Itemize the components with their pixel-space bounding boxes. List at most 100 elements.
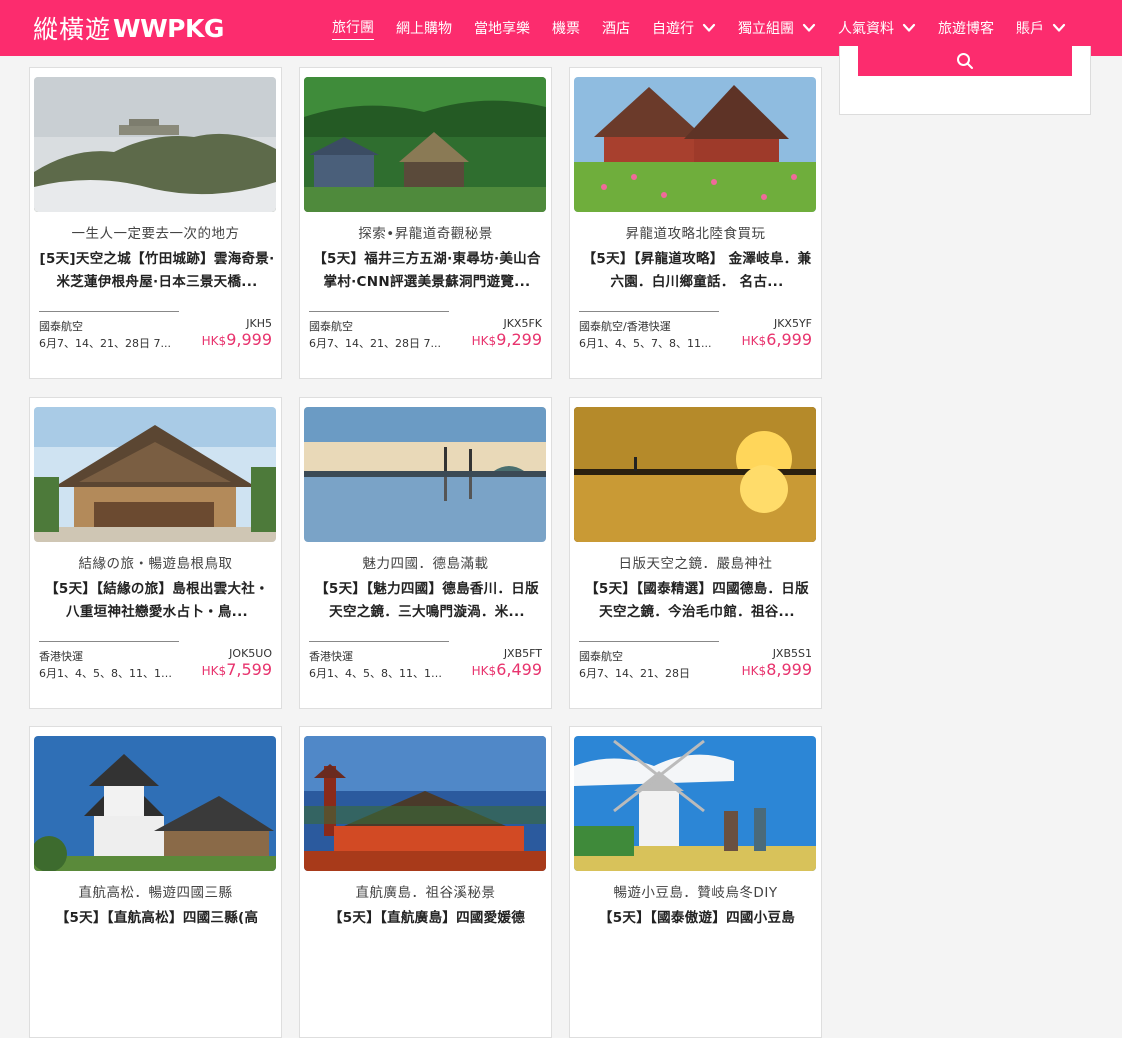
price-currency: HK$ xyxy=(201,664,227,678)
tour-card[interactable]: 暢遊小豆島．贊岐烏冬DIY 【5天】【國泰傲遊】四國小豆島 xyxy=(569,726,822,1038)
nav-label: 人氣資料 xyxy=(838,21,894,37)
tour-thumbnail[interactable] xyxy=(304,77,546,212)
tour-card[interactable]: 魅力四國．德島滿載【5天】【魅力四國】德島香川．日版天空之鏡．三大鳴門漩渦．米.… xyxy=(299,397,552,709)
tour-code: JXB5FT xyxy=(503,647,542,660)
nav-label: 機票 xyxy=(552,21,580,37)
airline-label: 香港快運 xyxy=(309,650,353,663)
tour-thumbnail[interactable] xyxy=(304,407,546,542)
nav-label: 網上購物 xyxy=(396,21,452,37)
tour-thumbnail[interactable] xyxy=(574,407,816,542)
site-logo[interactable]: 縱橫遊 WWPKG xyxy=(33,10,224,46)
card-divider xyxy=(39,641,179,642)
nav-label: 當地享樂 xyxy=(474,21,530,37)
price-value: 7,599 xyxy=(226,660,272,679)
nav-label: 自遊行 xyxy=(652,21,694,37)
tour-subtitle: 魅力四國．德島滿載 xyxy=(362,556,489,572)
departure-dates: 6月7、14、21、28日 xyxy=(579,667,690,680)
card-divider xyxy=(39,311,179,312)
tour-subtitle: 結緣の旅・暢遊島根鳥取 xyxy=(78,556,233,572)
search-button[interactable] xyxy=(858,46,1072,76)
nav-item-0[interactable]: 旅行團 xyxy=(332,17,374,40)
price-value: 9,999 xyxy=(226,330,272,349)
nav-label: 旅行團 xyxy=(332,17,374,40)
nav-item-3[interactable]: 機票 xyxy=(552,18,580,38)
price-value: 6,999 xyxy=(766,330,812,349)
price-currency: HK$ xyxy=(741,664,767,678)
price-currency: HK$ xyxy=(471,334,497,348)
tour-title[interactable]: 【5天】福井三方五湖·東尋坊·美山合掌村·CNN評選美景蘇洞門遊覽... xyxy=(309,248,545,294)
tour-thumbnail[interactable] xyxy=(574,736,816,871)
tour-card[interactable]: 昇龍道攻略北陸食買玩【5天】【昇龍道攻略】 金澤岐阜．兼六園．白川鄉童話． 名古… xyxy=(569,67,822,379)
nav-item-2[interactable]: 當地享樂 xyxy=(474,18,530,38)
tour-price: HK$6,499 xyxy=(472,660,542,679)
nav-item-9[interactable]: 賬戶 xyxy=(1016,18,1066,38)
price-currency: HK$ xyxy=(741,334,767,348)
tour-title[interactable]: 【5天】【直航廣島】四國愛媛德 xyxy=(309,907,545,953)
price-value: 6,499 xyxy=(496,660,542,679)
photo-image xyxy=(304,77,546,212)
chevron-down-icon xyxy=(902,23,916,32)
tour-code: JXB5S1 xyxy=(772,647,812,660)
tour-price: HK$7,599 xyxy=(202,660,272,679)
tour-title[interactable]: [5天]天空之城【竹田城跡】雲海奇景·米芝蓮伊根舟屋·日本三景天橋... xyxy=(39,248,275,294)
photo-image xyxy=(304,736,546,871)
photo-image xyxy=(304,407,546,542)
tour-price: HK$8,999 xyxy=(742,660,812,679)
nav-label: 獨立組團 xyxy=(738,21,794,37)
tour-code: JOK5UO xyxy=(229,647,272,660)
price-currency: HK$ xyxy=(201,334,227,348)
airline-label: 國泰航空 xyxy=(579,650,623,663)
airline-label: 國泰航空/香港快運 xyxy=(579,320,671,333)
tour-price: HK$6,999 xyxy=(742,330,812,349)
card-divider xyxy=(579,641,719,642)
tour-subtitle: 直航廣島．祖谷溪秘景 xyxy=(355,885,496,901)
departure-dates: 6月7、14、21、28日 7... xyxy=(39,337,171,350)
tour-subtitle: 日版天空之鏡．嚴島神社 xyxy=(618,556,773,572)
nav-item-1[interactable]: 網上購物 xyxy=(396,18,452,38)
tour-card[interactable]: 直航高松．暢遊四國三縣 【5天】【直航高松】四國三縣(高 xyxy=(29,726,282,1038)
tour-subtitle: 暢遊小豆島．贊岐烏冬DIY xyxy=(613,885,778,901)
tour-title[interactable]: 【5天】【國泰精選】四國德島．日版天空之鏡．今治毛巾館．祖谷... xyxy=(579,578,815,624)
departure-dates: 6月1、4、5、7、8、11... xyxy=(579,337,712,350)
logo-text-zh: 縱橫遊 xyxy=(33,15,112,44)
photo-image xyxy=(574,77,816,212)
chevron-down-icon xyxy=(1052,23,1066,32)
tour-title[interactable]: 【5天】【直航高松】四國三縣(高 xyxy=(39,907,275,953)
tour-card[interactable]: 探索•昇龍道奇觀秘景 【5天】福井三方五湖·東尋坊·美山合掌村·CNN評選美景蘇洞… xyxy=(299,67,552,379)
tour-price: HK$9,999 xyxy=(202,330,272,349)
nav-item-4[interactable]: 酒店 xyxy=(602,18,630,38)
tour-card[interactable]: 直航廣島．祖谷溪秘景【5天】【直航廣島】四國愛媛德 xyxy=(299,726,552,1038)
airline-label: 國泰航空 xyxy=(39,320,83,333)
departure-dates: 6月1、4、5、8、11、12... xyxy=(39,667,177,680)
tour-price: HK$9,299 xyxy=(472,330,542,349)
tour-card[interactable]: 一生人一定要去一次的地方 [5天]天空之城【竹田城跡】雲海奇景·米芝蓮伊根舟屋·日… xyxy=(29,67,282,379)
card-divider xyxy=(309,311,449,312)
photo-image xyxy=(34,407,276,542)
card-divider xyxy=(579,311,719,312)
tour-code: JKH5 xyxy=(246,317,272,330)
nav-item-6[interactable]: 獨立組團 xyxy=(738,18,816,38)
tour-thumbnail[interactable] xyxy=(34,736,276,871)
tour-subtitle: 昇龍道攻略北陸食買玩 xyxy=(625,226,766,242)
tour-card[interactable]: 結緣の旅・暢遊島根鳥取【5天】【結緣の旅】島根出雲大社・八重垣神社戀愛水占卜・鳥… xyxy=(29,397,282,709)
airline-label: 香港快運 xyxy=(39,650,83,663)
departure-dates: 6月1、4、5、8、11、12... xyxy=(309,667,447,680)
tour-thumbnail[interactable] xyxy=(34,77,276,212)
tour-card[interactable]: 日版天空之鏡．嚴島神社【5天】【國泰精選】四國德島．日版天空之鏡．今治毛巾館．祖… xyxy=(569,397,822,709)
nav-label: 旅遊博客 xyxy=(938,21,994,37)
price-value: 9,299 xyxy=(496,330,542,349)
tour-title[interactable]: 【5天】【國泰傲遊】四國小豆島 xyxy=(579,907,815,953)
nav-item-5[interactable]: 自遊行 xyxy=(652,18,716,38)
price-currency: HK$ xyxy=(471,664,497,678)
tour-thumbnail[interactable] xyxy=(34,407,276,542)
tour-code: JKX5FK xyxy=(503,317,542,330)
tour-title[interactable]: 【5天】【昇龍道攻略】 金澤岐阜．兼六園．白川鄉童話． 名古... xyxy=(579,248,815,294)
tour-title[interactable]: 【5天】【結緣の旅】島根出雲大社・八重垣神社戀愛水占卜・鳥... xyxy=(39,578,275,624)
tour-subtitle: 一生人一定要去一次的地方 xyxy=(71,226,240,242)
search-icon xyxy=(957,53,973,69)
nav-item-7[interactable]: 人氣資料 xyxy=(838,18,916,38)
nav-item-8[interactable]: 旅遊博客 xyxy=(938,18,994,38)
tour-title[interactable]: 【5天】【魅力四國】德島香川．日版天空之鏡．三大鳴門漩渦．米... xyxy=(309,578,545,624)
tour-thumbnail[interactable] xyxy=(304,736,546,871)
tour-thumbnail[interactable] xyxy=(574,77,816,212)
